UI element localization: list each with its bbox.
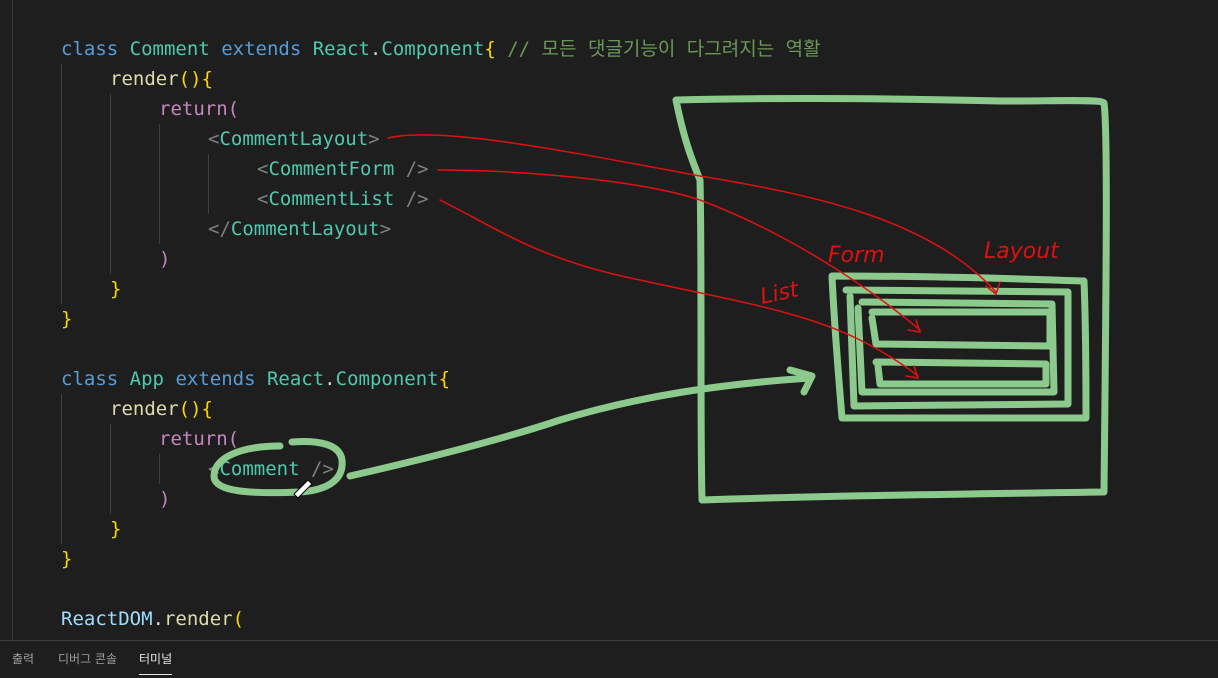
inner-frame-drawing [842,286,1072,410]
keyword-return: return [159,428,228,450]
indent-guide [110,94,111,274]
class-name: App [129,368,164,390]
function-name: render [110,398,179,420]
jsx-tag: CommentLayout [230,218,380,240]
jsx-tag: Comment [219,458,300,480]
form-box-drawing [868,308,1054,350]
inner-frame-drawing [854,298,1058,396]
punctuation: } [61,308,73,330]
punctuation: (){ [178,398,213,420]
function-name: render [110,68,179,90]
jsx-bracket: > [368,128,380,150]
punctuation: (){ [178,68,213,90]
code-line: render(){ [110,394,213,424]
code-line: <CommentLayout> [208,124,380,154]
dot: . [369,38,382,60]
keyword-extends: extends [221,38,302,60]
code-line: ) [159,484,170,514]
code-line: <CommentList /> [257,184,429,214]
code-line: return( [159,94,239,124]
punctuation: ( [227,98,240,120]
punctuation: } [61,548,73,570]
red-arrowhead-list [905,365,920,379]
indent-guide [61,64,62,304]
code-line: } [110,274,121,304]
red-arrow-layout [387,134,997,293]
jsx-bracket: > [379,218,392,240]
punctuation: } [110,278,122,300]
code-line: render(){ [110,64,213,94]
annotation-list: List [758,277,802,310]
red-arrowhead-form [907,319,922,333]
keyword-extends: extends [175,368,256,390]
tab-output[interactable]: 출력 [12,641,34,677]
keyword-class: class [61,368,119,390]
punctuation: ( [232,608,245,630]
jsx-bracket: </ [208,218,231,240]
gutter-border [12,0,13,640]
tab-terminal[interactable]: 터미널 [139,641,173,677]
object-name: ReactDOM [61,608,153,630]
indent-guide [61,394,62,544]
punctuation: ( [227,428,240,450]
punctuation: } [110,518,122,540]
open-brace: { [484,38,496,60]
code-editor[interactable]: class Comment extends React.Component{ /… [0,0,1218,640]
code-comment: // 모든 댓글기능이 다그려지는 역활 [507,38,821,60]
base-namespace: React [312,38,370,60]
annotation-form: Form [828,243,885,268]
layout-box-drawing [828,272,1090,422]
jsx-bracket: < [208,458,220,480]
jsx-bracket: < [257,188,269,210]
indent-guide [208,154,209,214]
annotation-layout: Layout [984,239,1060,264]
jsx-tag: CommentForm [268,158,395,180]
base-namespace: React [266,368,325,390]
code-line: } [61,304,72,334]
code-line: </CommentLayout> [208,214,391,244]
class-name: Comment [129,38,210,60]
keyword-return: return [159,98,228,120]
dot: . [152,608,164,630]
keyword-class: class [61,38,119,60]
punctuation: ) [159,248,171,270]
punctuation: ) [159,488,171,510]
indent-guide [159,124,160,244]
indent-guide [110,424,111,514]
jsx-bracket: /> [299,458,334,480]
open-brace: { [438,368,451,390]
base-class: Component [335,368,439,390]
red-arrow-list [439,199,919,377]
jsx-tag: CommentList [268,188,395,210]
red-arrowhead-layout [985,281,1001,296]
code-line: } [110,514,121,544]
outer-box-drawing [672,95,1110,504]
code-line: <CommentForm /> [257,154,429,184]
code-line: class Comment extends React.Component{ /… [61,34,821,64]
code-line: ReactDOM.render( [61,604,244,634]
jsx-bracket: /> [394,188,429,210]
function-name: render [163,608,233,630]
base-class: Component [381,38,485,60]
code-line: <Comment /> [208,454,334,484]
jsx-bracket: /> [394,158,429,180]
jsx-bracket: < [208,128,220,150]
red-arrow-form [437,169,921,331]
list-box-drawing [872,358,1050,388]
jsx-bracket: < [257,158,269,180]
code-line: ) [159,244,170,274]
jsx-tag: CommentLayout [219,128,369,150]
dot: . [324,368,336,390]
indent-guide [159,454,160,484]
green-arrowhead-drawing [786,366,816,396]
code-line: } [61,544,72,574]
tab-debug-console[interactable]: 디버그 콘솔 [58,641,117,677]
code-line: class App extends React.Component{ [61,364,450,394]
code-line: return( [159,424,239,454]
bottom-panel: 출력 디버그 콘솔 터미널 [0,640,1218,678]
